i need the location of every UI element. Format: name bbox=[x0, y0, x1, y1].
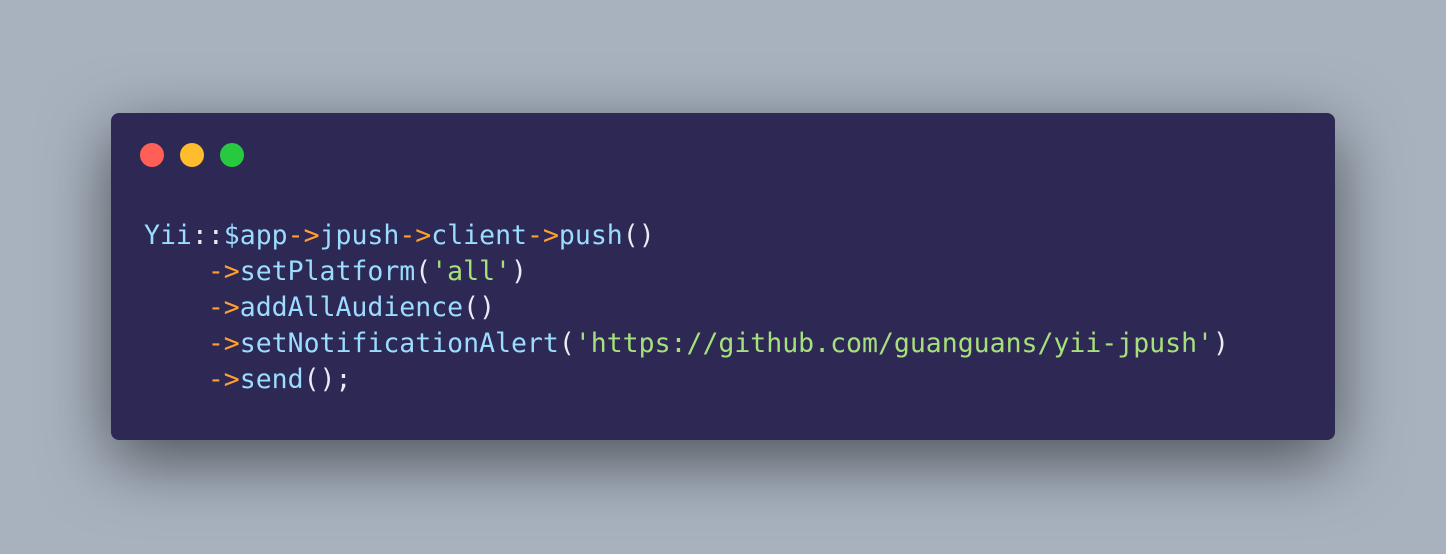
code-window: Yii::$app->jpush->client->push() ->setPl… bbox=[111, 113, 1335, 440]
token-set-platform: setPlatform bbox=[239, 256, 416, 287]
token-arrow: -> bbox=[526, 220, 559, 251]
code-line-1: Yii::$app->jpush->client->push() bbox=[144, 218, 1229, 254]
token-arrow: -> bbox=[399, 220, 432, 251]
token-arrow: -> bbox=[207, 292, 240, 323]
token-string-all: 'all' bbox=[431, 256, 511, 287]
token-send: send bbox=[239, 364, 304, 395]
token-add-all-audience: addAllAudience bbox=[239, 292, 464, 323]
token-parens: () bbox=[622, 220, 655, 251]
token-arrow: -> bbox=[207, 364, 240, 395]
token-client: client bbox=[431, 220, 527, 251]
maximize-dot-icon[interactable] bbox=[220, 143, 244, 167]
token-push: push bbox=[558, 220, 623, 251]
token-jpush: jpush bbox=[319, 220, 400, 251]
token-arrow: -> bbox=[207, 256, 240, 287]
code-line-3: ->addAllAudience() bbox=[144, 290, 1229, 326]
token-app: $app bbox=[223, 220, 288, 251]
close-dot-icon[interactable] bbox=[140, 143, 164, 167]
token-parens-semicolon: (); bbox=[303, 364, 352, 395]
minimize-dot-icon[interactable] bbox=[180, 143, 204, 167]
token-open-paren: ( bbox=[415, 256, 432, 287]
code-block: Yii::$app->jpush->client->push() ->setPl… bbox=[144, 218, 1229, 398]
token-arrow: -> bbox=[207, 328, 240, 359]
token-close-paren: ) bbox=[511, 256, 527, 287]
code-line-4: ->setNotificationAlert('https://github.c… bbox=[144, 326, 1229, 362]
token-open-paren: ( bbox=[558, 328, 575, 359]
token-string-url: 'https://github.com/guanguans/yii-jpush' bbox=[574, 328, 1213, 359]
token-set-notification-alert: setNotificationAlert bbox=[239, 328, 559, 359]
token-close-paren: ) bbox=[1213, 328, 1229, 359]
token-parens: () bbox=[463, 292, 496, 323]
code-line-5: ->send(); bbox=[144, 362, 1229, 398]
code-line-2: ->setPlatform('all') bbox=[144, 254, 1229, 290]
token-double-colon: :: bbox=[191, 220, 224, 251]
token-arrow: -> bbox=[287, 220, 320, 251]
token-yii: Yii bbox=[144, 220, 192, 251]
